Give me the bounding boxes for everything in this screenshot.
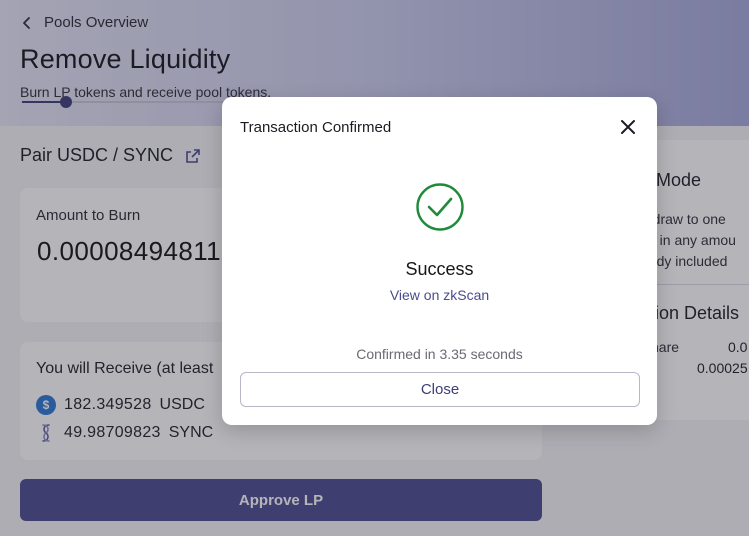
view-on-zkscan-link[interactable]: View on zkScan: [222, 287, 657, 303]
check-circle-icon: [416, 183, 464, 231]
transaction-modal: Transaction Confirmed Success View on zk…: [222, 97, 657, 425]
close-button[interactable]: Close: [240, 372, 640, 407]
confirmation-time: Confirmed in 3.35 seconds: [356, 346, 523, 362]
modal-title: Transaction Confirmed: [240, 119, 392, 136]
success-status: Success: [405, 259, 474, 279]
close-icon[interactable]: [618, 117, 638, 137]
